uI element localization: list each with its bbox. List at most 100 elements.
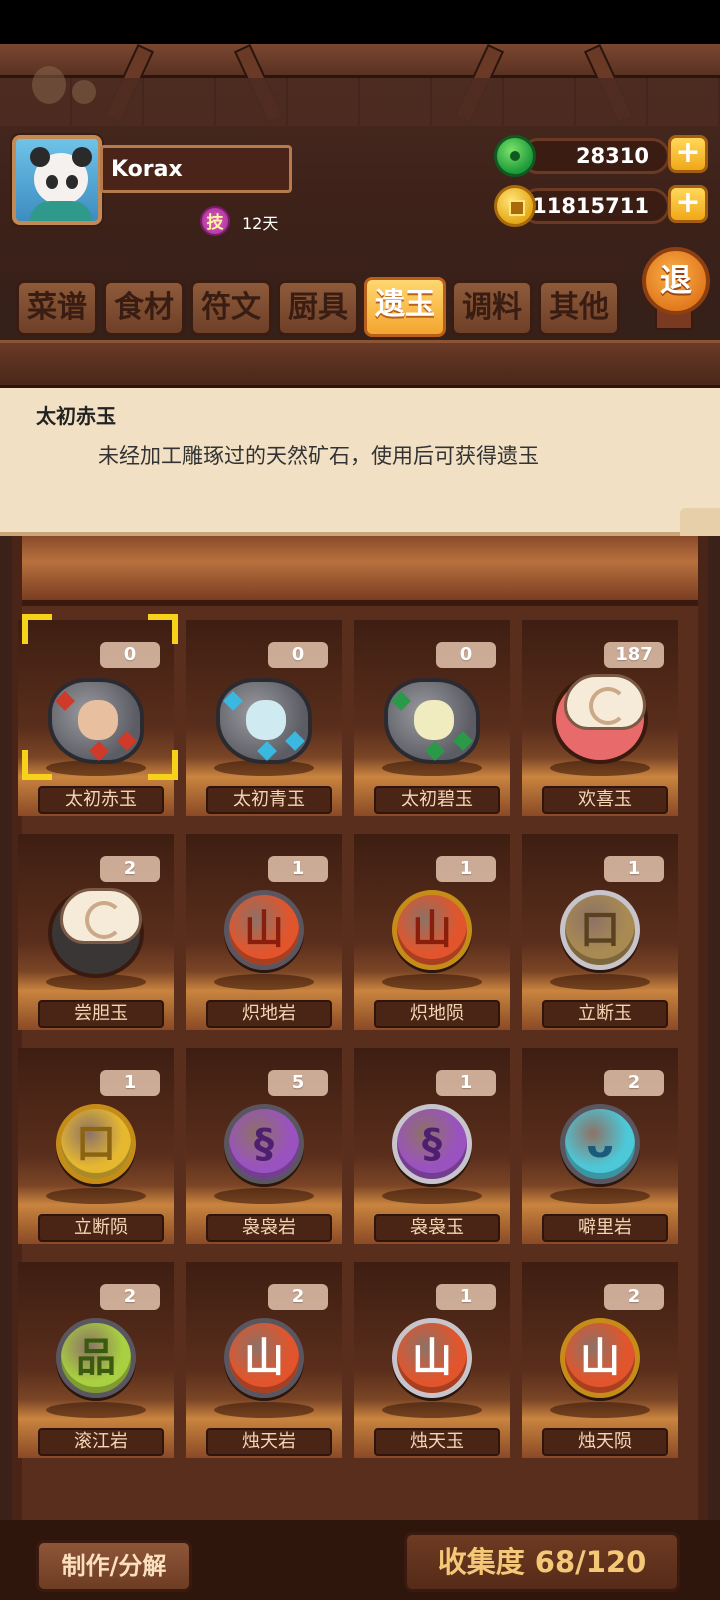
- selection-corner-icon: [148, 614, 178, 644]
- relic-stone-icon: 品: [56, 1318, 136, 1398]
- status-bar: [0, 0, 720, 44]
- item-description-title: 太初赤玉: [36, 404, 116, 428]
- item-count-badge: 0: [268, 642, 328, 668]
- player-name: Korax: [111, 157, 183, 182]
- relic-stone-icon: 山: [392, 890, 472, 970]
- add-jade-button[interactable]: +: [668, 135, 708, 173]
- relic-stone-icon: §: [224, 1104, 304, 1184]
- item-name-label: 袅袅岩: [206, 1214, 332, 1242]
- item-count-badge: 1: [436, 1070, 496, 1096]
- item-slot[interactable]: 0 太初青玉: [186, 620, 342, 816]
- swirl-jade-icon: [48, 888, 144, 978]
- tab-recipes[interactable]: 菜谱: [16, 280, 98, 336]
- relic-stone-icon: 口: [56, 1104, 136, 1184]
- relic-glyph-icon: 口: [76, 1121, 116, 1167]
- relic-stone-icon: 山: [224, 890, 304, 970]
- item-slot[interactable]: 2 尝胆玉: [18, 834, 174, 1030]
- item-count-badge: 1: [604, 856, 664, 882]
- jade-balance-bar: 28310: [520, 138, 670, 174]
- tab-runes[interactable]: 符文: [190, 280, 272, 336]
- chick-decoration-icon: [72, 80, 96, 104]
- item-count-badge: 5: [268, 1070, 328, 1096]
- skill-badge-icon[interactable]: 技: [200, 206, 230, 236]
- swirl-jade-icon: [552, 674, 648, 764]
- raw-ore-icon: [384, 678, 480, 764]
- slot-shadow: [550, 1188, 650, 1204]
- player-avatar[interactable]: [12, 135, 102, 225]
- jade-icon: [494, 135, 536, 177]
- item-slot[interactable]: 山 1 炽地陨: [354, 834, 510, 1030]
- raw-ore-icon: [48, 678, 144, 764]
- item-name-label: 欢喜玉: [542, 786, 668, 814]
- relic-glyph-icon: 山: [412, 907, 452, 953]
- item-slot[interactable]: 山 1 炽地岩: [186, 834, 342, 1030]
- item-count-badge: 1: [100, 1070, 160, 1096]
- item-slot[interactable]: 187 欢喜玉: [522, 620, 678, 816]
- slot-shadow: [214, 1188, 314, 1204]
- item-count-badge: 2: [604, 1070, 664, 1096]
- relic-glyph-icon: 山: [244, 907, 284, 953]
- item-slot[interactable]: 口 1 立断玉: [522, 834, 678, 1030]
- item-description-panel: 太初赤玉 未经加工雕琢过的天然矿石，使用后可获得遗玉: [0, 388, 720, 536]
- coin-balance-bar: 11815711: [520, 188, 670, 224]
- item-slot[interactable]: 品 2 滚江岩: [18, 1262, 174, 1458]
- tab-relic-jade[interactable]: 遗玉: [364, 277, 446, 337]
- relic-stone-icon: 山: [560, 1318, 640, 1398]
- item-count-badge: 0: [100, 642, 160, 668]
- item-name-label: 袅袅玉: [374, 1214, 500, 1242]
- item-slot[interactable]: 0 太初碧玉: [354, 620, 510, 816]
- item-name-label: 立断玉: [542, 1000, 668, 1028]
- slot-shadow: [382, 974, 482, 990]
- item-slot[interactable]: ᴗ 2 噼里岩: [522, 1048, 678, 1244]
- relic-glyph-icon: 品: [76, 1335, 116, 1381]
- slot-shadow: [550, 1402, 650, 1418]
- relic-glyph-icon: 口: [580, 907, 620, 953]
- coin-icon: [494, 185, 536, 227]
- relic-glyph-icon: ᴗ: [586, 1121, 614, 1167]
- relic-stone-icon: 山: [392, 1318, 472, 1398]
- relic-stone-icon: §: [392, 1104, 472, 1184]
- tab-cookware[interactable]: 厨具: [277, 280, 359, 336]
- collection-progress[interactable]: 收集度 68/120: [404, 1532, 680, 1592]
- item-count-badge: 2: [100, 856, 160, 882]
- slot-shadow: [214, 974, 314, 990]
- item-slot[interactable]: 0 太初赤玉: [18, 614, 178, 816]
- item-count-badge: 2: [100, 1284, 160, 1310]
- game-screen: Korax 技 12天 28310 + 11815711 + 退 菜谱 食材 符…: [0, 0, 720, 1600]
- relic-stone-icon: ᴗ: [560, 1104, 640, 1184]
- item-name-label: 太初青玉: [206, 786, 332, 814]
- item-slot[interactable]: 山 2 烛天岩: [186, 1262, 342, 1458]
- exit-button[interactable]: 退: [642, 247, 710, 315]
- item-name-label: 烛天岩: [206, 1428, 332, 1456]
- item-slot[interactable]: 山 2 烛天陨: [522, 1262, 678, 1458]
- item-slot[interactable]: § 5 袅袅岩: [186, 1048, 342, 1244]
- slot-shadow: [382, 1188, 482, 1204]
- relic-glyph-icon: §: [422, 1121, 442, 1167]
- item-name-label: 烛天陨: [542, 1428, 668, 1456]
- item-name-label: 烛天玉: [374, 1428, 500, 1456]
- player-name-box: Korax: [100, 145, 292, 193]
- relic-glyph-icon: §: [254, 1121, 274, 1167]
- craft-decompose-button[interactable]: 制作/分解: [36, 1540, 192, 1592]
- slot-shadow: [46, 1402, 146, 1418]
- shelf-post: [698, 536, 708, 1536]
- relic-glyph-icon: 山: [244, 1335, 284, 1381]
- selection-corner-icon: [22, 750, 52, 780]
- tab-other[interactable]: 其他: [538, 280, 620, 336]
- item-slot[interactable]: 山 1 烛天玉: [354, 1262, 510, 1458]
- item-count-badge: 0: [436, 642, 496, 668]
- item-name-label: 滚江岩: [38, 1428, 164, 1456]
- relic-stone-icon: 口: [560, 890, 640, 970]
- wall-planks: [0, 78, 720, 126]
- tab-ingredients[interactable]: 食材: [103, 280, 185, 336]
- days-counter: 12天: [242, 214, 279, 233]
- item-shelf: 0 太初赤玉 0 太初青玉 0 太初碧玉 187 欢喜玉 2 尝胆玉山 1 炽地岩山 1 炽地陨口 1 立断玉…: [12, 536, 708, 1536]
- item-slot[interactable]: 口 1 立断陨: [18, 1048, 174, 1244]
- add-coins-button[interactable]: +: [668, 185, 708, 223]
- item-name-label: 炽地陨: [374, 1000, 500, 1028]
- item-slot[interactable]: § 1 袅袅玉: [354, 1048, 510, 1244]
- slot-shadow: [46, 1188, 146, 1204]
- jade-amount: 28310: [575, 144, 649, 168]
- item-name-label: 太初赤玉: [38, 786, 164, 814]
- tab-seasonings[interactable]: 调料: [451, 280, 533, 336]
